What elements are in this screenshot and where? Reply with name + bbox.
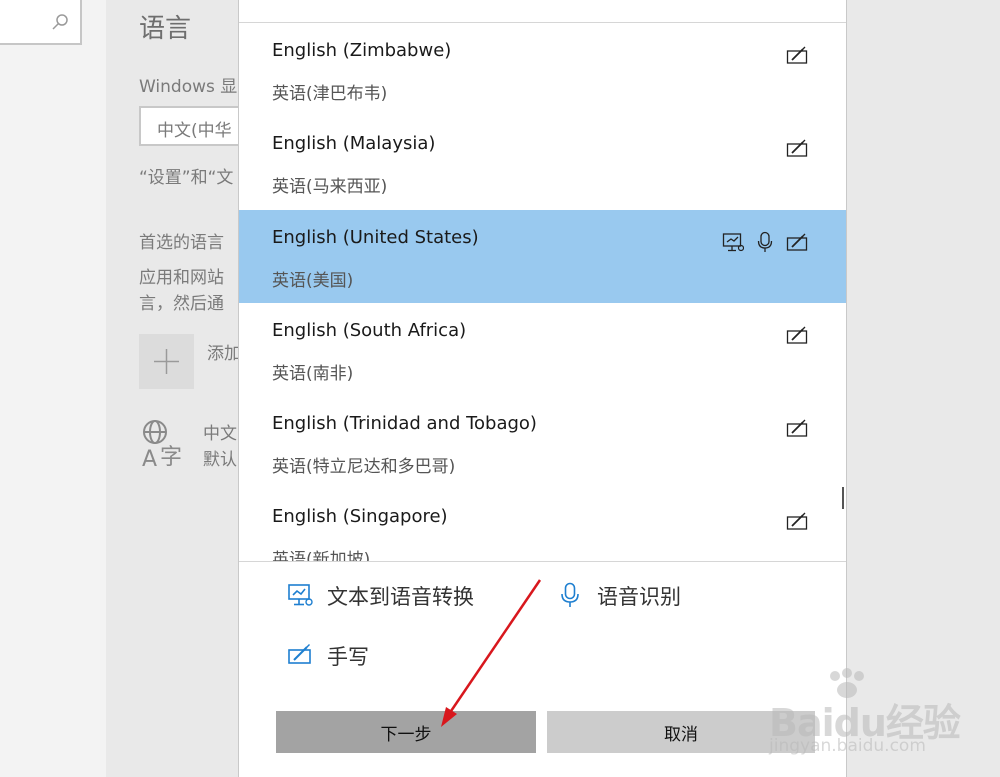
- language-native-name: 英语(南非): [272, 364, 354, 384]
- language-name: English (Singapore): [272, 506, 448, 527]
- handwriting-icon: [786, 419, 808, 437]
- windows-display-language-label: Windows 显: [139, 77, 238, 97]
- language-native-name: 英语(美国): [272, 271, 354, 291]
- handwriting-icon: [786, 46, 808, 64]
- search-box[interactable]: [0, 0, 82, 45]
- legend-text-to-speech: 文本到语音转换: [327, 585, 474, 609]
- handwriting-icon: [786, 233, 808, 251]
- settings-note: “设置”和“文: [139, 168, 234, 188]
- plus-icon: [154, 349, 179, 374]
- language-native-name: 英语(新加坡): [272, 550, 371, 561]
- language-name: English (United States): [272, 227, 479, 248]
- text-to-speech-icon: [722, 233, 744, 252]
- add-language-button[interactable]: [139, 334, 194, 389]
- handwriting-icon: [786, 139, 808, 157]
- language-name: English (Malaysia): [272, 133, 436, 154]
- language-name: English (South Africa): [272, 320, 467, 341]
- handwriting-icon: [786, 326, 808, 344]
- language-item-singapore[interactable]: English (Singapore) 英语(新加坡): [239, 489, 846, 561]
- svg-text:字: 字: [160, 445, 182, 470]
- language-glyph-icon: A 字: [142, 420, 182, 470]
- svg-text:A: A: [142, 447, 157, 470]
- left-nav-pane: [0, 0, 106, 777]
- display-language-select[interactable]: 中文(中华: [139, 106, 249, 146]
- installed-language-name: 中文: [203, 424, 237, 444]
- language-item-trinidad-and-tobago[interactable]: English (Trinidad and Tobago) 英语(特立尼达和多巴…: [239, 396, 846, 489]
- microphone-icon: [561, 582, 579, 607]
- list-scrollbar-thumb[interactable]: [842, 487, 844, 509]
- next-button[interactable]: 下一步: [276, 711, 536, 753]
- text-to-speech-icon: [288, 584, 313, 606]
- language-item-zimbabwe[interactable]: English (Zimbabwe) 英语(津巴布韦): [239, 23, 846, 116]
- language-item-south-africa[interactable]: English (South Africa) 英语(南非): [239, 303, 846, 396]
- language-native-name: 英语(津巴布韦): [272, 84, 388, 104]
- language-name: English (Zimbabwe): [272, 40, 452, 61]
- preferred-languages-desc-line2: 言，然后通: [139, 294, 224, 314]
- handwriting-icon: [786, 512, 808, 530]
- installed-language-default: 默认: [203, 450, 237, 470]
- preferred-languages-heading: 首选的语言: [139, 233, 224, 253]
- legend-handwriting: 手写: [327, 645, 369, 669]
- list-bottom-divider: [239, 561, 846, 562]
- baidu-watermark: Baidu经验 jingyan.baidu.com: [765, 668, 961, 768]
- language-native-name: 英语(马来西亚): [272, 177, 388, 197]
- search-icon: [52, 14, 68, 30]
- page-title: 语言: [139, 14, 192, 44]
- language-name: English (Trinidad and Tobago): [272, 413, 537, 434]
- language-item-malaysia[interactable]: English (Malaysia) 英语(马来西亚): [239, 116, 846, 209]
- add-language-label: 添加: [207, 344, 241, 364]
- legend-speech-recognition: 语音识别: [597, 585, 681, 609]
- language-native-name: 英语(特立尼达和多巴哥): [272, 457, 456, 477]
- preferred-languages-desc-line1: 应用和网站: [139, 268, 224, 288]
- language-list[interactable]: English (Zimbabwe) 英语(津巴布韦) English (Mal…: [239, 23, 846, 561]
- choose-language-dialog: English (Zimbabwe) 英语(津巴布韦) English (Mal…: [238, 0, 847, 777]
- language-item-united-states[interactable]: English (United States) 英语(美国): [239, 210, 846, 303]
- handwriting-icon: [288, 644, 311, 664]
- watermark-url: jingyan.baidu.com: [769, 736, 926, 756]
- microphone-icon: [757, 231, 773, 252]
